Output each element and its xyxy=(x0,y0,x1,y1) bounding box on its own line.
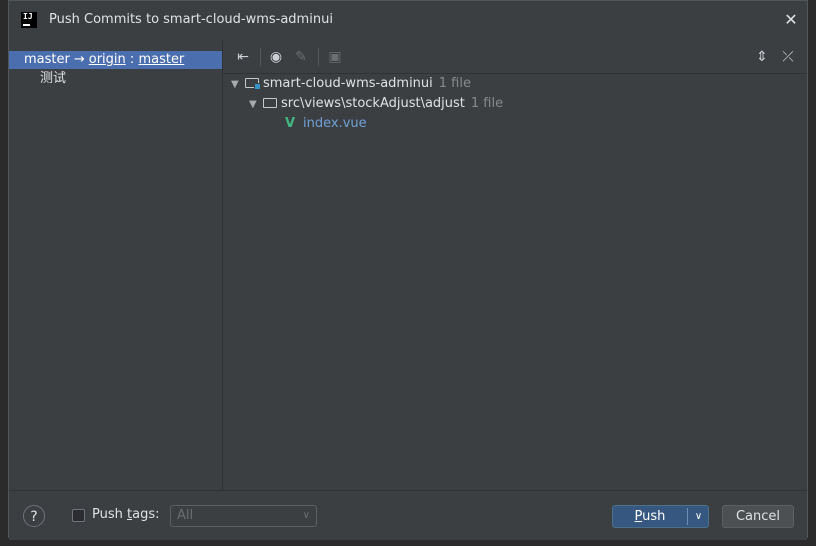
local-branch: master xyxy=(24,52,70,67)
dialog-title: Push Commits to smart-cloud-wms-adminui xyxy=(49,12,333,27)
folder-count: 1 file xyxy=(470,96,504,111)
changes-pane: ⇤ ◉ ✎ ▣ ⇕ ⤫ ▼ smart-cloud-wms-adminui 1 fi… xyxy=(223,39,807,490)
push-tags-label[interactable]: Push tags: xyxy=(92,507,159,522)
push-button[interactable]: Push ∨ xyxy=(612,505,709,528)
tree-root-row[interactable]: ▼ smart-cloud-wms-adminui 1 file xyxy=(231,74,471,94)
vue-file-icon: V xyxy=(285,116,296,131)
intellij-logo-icon: IJ xyxy=(21,12,37,28)
chevron-down-icon: ∨ xyxy=(302,510,310,521)
title-bar: IJ Push Commits to smart-cloud-wms-admin… xyxy=(9,1,807,39)
collapse-all-icon[interactable]: ⤫ xyxy=(778,47,798,67)
root-name: smart-cloud-wms-adminui xyxy=(263,76,433,91)
expand-all-icon[interactable]: ⇕ xyxy=(752,47,772,67)
chevron-down-icon[interactable]: ▼ xyxy=(249,95,263,115)
remote-name-link[interactable]: origin xyxy=(89,52,126,67)
commit-item[interactable]: 测试 xyxy=(40,71,66,87)
close-icon[interactable]: ✕ xyxy=(783,12,799,28)
shelf-icon[interactable]: ▣ xyxy=(325,47,345,67)
remote-branch-link[interactable]: master xyxy=(138,52,184,67)
tree-folder-row[interactable]: ▼ src\views\stockAdjust\adjust 1 file xyxy=(249,94,503,114)
cancel-button[interactable]: Cancel xyxy=(722,505,794,528)
toolbar-divider xyxy=(260,48,261,66)
dialog-footer: ? Push tags: All ∨ Push ∨ Cancel xyxy=(9,490,807,540)
folder-icon xyxy=(263,98,277,108)
push-tags-checkbox[interactable] xyxy=(72,509,85,522)
commits-pane: master → origin : master 测试 xyxy=(9,39,223,490)
branch-row[interactable]: master → origin : master xyxy=(9,51,222,69)
help-button[interactable]: ? xyxy=(23,505,45,527)
arrow-icon: → xyxy=(73,52,85,67)
file-name: index.vue xyxy=(303,116,367,131)
module-folder-icon xyxy=(245,78,261,90)
edit-icon[interactable]: ✎ xyxy=(291,47,311,67)
root-count: 1 file xyxy=(438,76,471,91)
toolbar-divider xyxy=(318,48,319,66)
expand-merge-icon[interactable]: ⇤ xyxy=(233,47,253,67)
tree-file-row[interactable]: Vindex.vue xyxy=(285,114,367,134)
tags-select[interactable]: All ∨ xyxy=(170,505,317,527)
changes-toolbar: ⇤ ◉ ✎ ▣ ⇕ ⤫ xyxy=(223,39,807,74)
chevron-down-icon[interactable]: ▼ xyxy=(231,75,245,95)
folder-name: src\views\stockAdjust\adjust xyxy=(281,96,465,111)
push-dropdown-icon[interactable]: ∨ xyxy=(689,506,708,527)
eye-icon[interactable]: ◉ xyxy=(266,47,286,67)
push-dialog: IJ Push Commits to smart-cloud-wms-admin… xyxy=(8,0,808,540)
